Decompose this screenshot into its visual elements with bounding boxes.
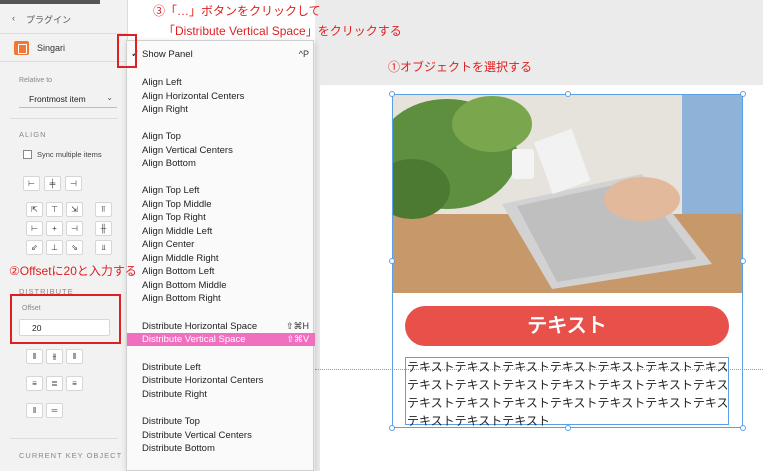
menu-item[interactable]: Align Bottom Middle: [127, 279, 315, 292]
menu-item[interactable]: Distribute Vertical Centers: [127, 429, 315, 442]
distribute-vertical-space-icon[interactable]: ═: [46, 403, 63, 418]
menu-item[interactable]: Distribute Horizontal Centers: [127, 374, 315, 387]
selection-handle[interactable]: [740, 91, 746, 97]
annotation-box-offset: [10, 294, 121, 344]
back-label[interactable]: プラグイン: [26, 13, 71, 26]
distribute-bottom-icon[interactable]: ≡: [66, 376, 83, 391]
menu-item[interactable]: Distribute Right: [127, 388, 315, 401]
panel-header: ‹ プラグイン: [0, 0, 128, 34]
menu-item-label: Distribute Horizontal Space: [142, 321, 258, 332]
relative-to-value: Frontmost item: [29, 94, 86, 104]
align-center-icon[interactable]: +: [46, 221, 63, 236]
menu-item[interactable]: Align Center: [127, 238, 315, 251]
window-strip: [0, 0, 100, 4]
annotation-step1: ①オブジェクトを選択する: [388, 60, 533, 74]
align-header: ALIGN: [19, 130, 47, 139]
menu-item[interactable]: Align Top: [127, 130, 315, 143]
relative-to-select[interactable]: Frontmost item ⌄: [19, 91, 117, 108]
menu-item[interactable]: Align Top Left: [127, 184, 315, 197]
text-line: テキストテキストテキスト: [407, 414, 550, 428]
menu-item-distribute-horizontal-space[interactable]: Distribute Horizontal Space ⇧⌘H: [127, 320, 315, 333]
menu-item[interactable]: Align Bottom: [127, 157, 315, 170]
text-line: テキストテキストテキストテキストテキストテキストテキスト: [407, 378, 727, 392]
plugin-name: Singari: [37, 43, 66, 53]
menu-item-show-panel[interactable]: ✓ Show Panel ^P: [127, 48, 315, 61]
distribute-vcenters-icon[interactable]: ≣: [46, 376, 63, 391]
menu-item[interactable]: Align Vertical Centers: [127, 144, 315, 157]
distribute-top-icon[interactable]: ≡: [26, 376, 43, 391]
distribute-horizontal-space-icon[interactable]: ‖: [26, 403, 43, 418]
sync-label: Sync multiple items: [37, 150, 102, 159]
selection-handle[interactable]: [389, 91, 395, 97]
current-key-object-header: CURRENT KEY OBJECT: [19, 451, 123, 460]
align-middle-left-icon[interactable]: ⊢: [26, 221, 43, 236]
menu-item[interactable]: Distribute Bottom: [127, 442, 315, 455]
align-vcenter-icon[interactable]: ╫: [95, 221, 112, 236]
menu-item[interactable]: Align Bottom Left: [127, 265, 315, 278]
selection-handle[interactable]: [740, 425, 746, 431]
align-top-middle-icon[interactable]: ⊤: [46, 202, 63, 217]
sync-checkbox[interactable]: [23, 150, 32, 159]
plugin-panel: ‹ プラグイン Singari Relative to Frontmost it…: [0, 0, 128, 471]
menu-item[interactable]: Align Middle Left: [127, 225, 315, 238]
align-top-left-icon[interactable]: ⇱: [26, 202, 43, 217]
menu-item[interactable]: Align Top Right: [127, 211, 315, 224]
distribute-left-icon[interactable]: ⫴: [26, 349, 43, 364]
text-line: テキストテキストテキストテキストテキストテキストテキスト: [407, 360, 727, 374]
align-bottom-right-icon[interactable]: ⇘: [66, 240, 83, 255]
menu-item[interactable]: Align Middle Right: [127, 252, 315, 265]
menu-item[interactable]: Align Bottom Right: [127, 292, 315, 305]
text-line: テキストテキストテキストテキストテキストテキストテキスト: [407, 396, 727, 410]
divider: [10, 118, 118, 119]
menu-item[interactable]: Distribute Left: [127, 361, 315, 374]
menu-item[interactable]: Align Horizontal Centers: [127, 90, 315, 103]
menu-item[interactable]: Align Top Middle: [127, 198, 315, 211]
context-menu: ✓ Show Panel ^P Align Left Align Horizon…: [126, 40, 315, 471]
annotation-step2: ②Offsetに20と入力する: [9, 264, 137, 278]
distribute-right-icon[interactable]: ⫴: [66, 349, 83, 364]
selection-handle[interactable]: [740, 258, 746, 264]
back-chevron-icon[interactable]: ‹: [12, 13, 15, 23]
plugin-row[interactable]: Singari: [0, 34, 128, 62]
align-bottom-left-icon[interactable]: ⇙: [26, 240, 43, 255]
distribute-hcenters-icon[interactable]: ⫵: [46, 349, 63, 364]
divider: [10, 438, 118, 439]
annotation-step3-line1: ③「…」ボタンをクリックして: [153, 4, 321, 18]
menu-item-label: Show Panel: [142, 49, 193, 60]
menu-item-label: Distribute Vertical Space: [142, 334, 246, 345]
selection-handle[interactable]: [389, 258, 395, 264]
menu-shortcut: ⇧⌘H: [285, 321, 309, 331]
text-button[interactable]: テキスト: [405, 306, 729, 346]
menu-item-distribute-vertical-space[interactable]: Distribute Vertical Space ⇧⌘V: [127, 333, 315, 346]
annotation-box-more-button: [117, 34, 137, 68]
menu-shortcut: ^P: [298, 49, 309, 59]
align-right-icon[interactable]: ⊣: [65, 176, 82, 191]
chevron-down-icon: ⌄: [106, 93, 113, 102]
plugin-app-icon: [14, 41, 29, 55]
menu-shortcut: ⇧⌘V: [286, 334, 309, 344]
align-left-icon[interactable]: ⊢: [23, 176, 40, 191]
relative-to-label: Relative to: [19, 77, 53, 84]
align-hcenter-icon[interactable]: ╪: [44, 176, 61, 191]
align-bottom-icon[interactable]: ⫫: [95, 240, 112, 255]
selection-handle[interactable]: [565, 91, 571, 97]
menu-item[interactable]: Distribute Top: [127, 415, 315, 428]
align-top-icon[interactable]: ⫪: [95, 202, 112, 217]
align-middle-right-icon[interactable]: ⊣: [66, 221, 83, 236]
selection-handle[interactable]: [389, 425, 395, 431]
annotation-step3-line2: 「Distribute Vertical Space」をクリックする: [163, 24, 402, 38]
text-block[interactable]: テキストテキストテキストテキストテキストテキストテキスト テキストテキストテキス…: [405, 357, 729, 428]
align-top-right-icon[interactable]: ⇲: [66, 202, 83, 217]
menu-item[interactable]: Align Left: [127, 76, 315, 89]
align-bottom-middle-icon[interactable]: ⊥: [46, 240, 63, 255]
menu-item[interactable]: Align Right: [127, 103, 315, 116]
